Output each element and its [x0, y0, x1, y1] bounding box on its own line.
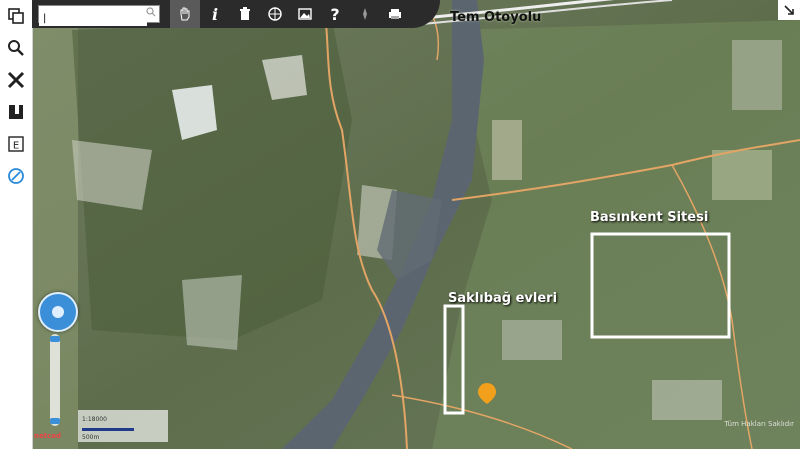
search-icon [8, 40, 24, 56]
search-button[interactable] [0, 32, 32, 64]
globe-icon [268, 7, 282, 21]
pan-control[interactable] [38, 292, 78, 332]
e-button[interactable]: E [0, 128, 32, 160]
trash-icon [240, 7, 250, 20]
label-tem-otoyolu: Tem Otoyolu [450, 10, 542, 25]
arrow-icon [784, 5, 794, 15]
bookmark-icon [9, 105, 23, 119]
netcad-logo: netcad [34, 432, 61, 440]
help-tool-button[interactable]: ? [320, 0, 350, 28]
map-view[interactable]: Tem Otoyolu Basınkent Sitesi Saklıbağ ev… [32, 0, 800, 449]
label-saklibag-evleri: Saklıbağ evleri [448, 291, 558, 306]
help-icon: ? [330, 4, 340, 24]
delete-tool-button[interactable] [230, 0, 260, 28]
svg-text:E: E [13, 141, 19, 152]
pin-tool-button[interactable] [350, 0, 380, 28]
globe-tool-button[interactable] [260, 0, 290, 28]
attribution: Tüm Hakları Saklıdır [724, 420, 794, 428]
pin-icon [363, 8, 367, 20]
hand-icon [180, 7, 190, 21]
zoom-out-knob[interactable] [50, 418, 60, 424]
layers-icon [8, 8, 24, 24]
e-icon: E [8, 136, 24, 152]
corner-expand-button[interactable] [778, 0, 800, 20]
pan-center-icon[interactable] [52, 306, 64, 318]
left-sidebar: E [0, 0, 33, 449]
label-basinkent-sitesi: Basınkent Sitesi [590, 210, 709, 225]
search-box[interactable] [38, 5, 160, 26]
top-toolbar: i ? [32, 0, 440, 28]
info-icon: i [211, 4, 219, 24]
search-input[interactable] [39, 11, 147, 26]
tools-icon [7, 71, 25, 89]
print-icon [389, 9, 401, 19]
layers-button[interactable] [0, 0, 32, 32]
compass-icon [8, 168, 24, 184]
search-icon[interactable] [146, 7, 156, 17]
image-icon [298, 8, 312, 20]
info-tool-button[interactable]: i [200, 0, 230, 28]
compass-button[interactable] [0, 160, 32, 192]
pan-tool-button[interactable] [170, 0, 200, 28]
image-tool-button[interactable] [290, 0, 320, 28]
scale-line [82, 428, 134, 431]
scale-ratio: 1:18000 [82, 416, 107, 423]
scale-distance: 500m [82, 434, 100, 441]
zoom-slider[interactable] [50, 334, 60, 426]
scale-bar: 1:18000 500m [78, 410, 168, 442]
print-tool-button[interactable] [380, 0, 410, 28]
bookmark-button[interactable] [0, 96, 32, 128]
zoom-in-knob[interactable] [50, 336, 60, 342]
tools-button[interactable] [0, 64, 32, 96]
